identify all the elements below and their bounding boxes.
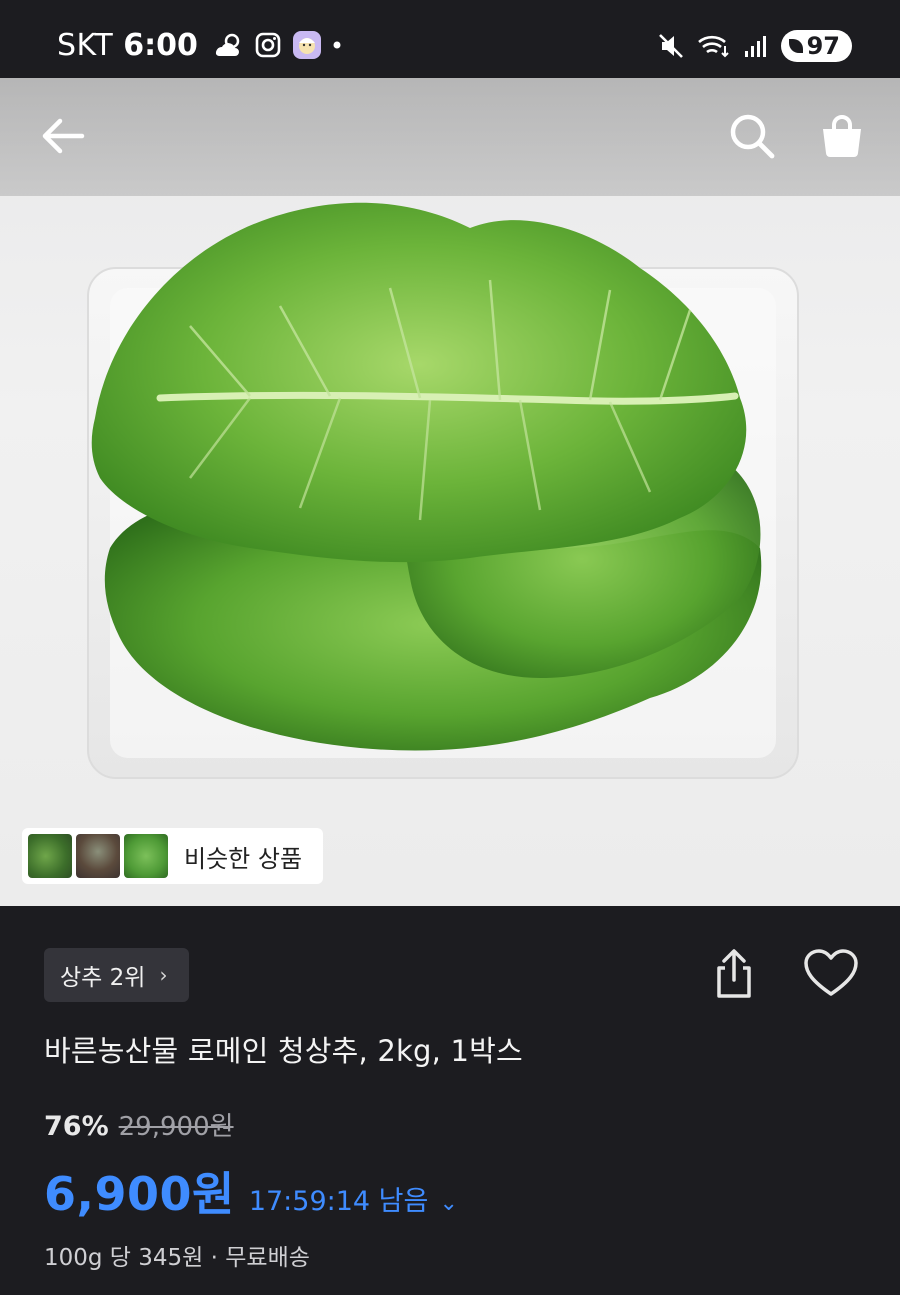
battery-indicator: 97 [780,30,852,62]
search-button[interactable] [722,106,782,166]
product-info: 상추 2위 › 바른농산물 로메인 청상추, 2kg, 1박스 76% 29,9… [0,906,900,1295]
similar-products-button[interactable]: 비슷한 상품 [22,828,323,884]
mute-icon [658,34,683,58]
product-image[interactable]: 비슷한 상품 [0,78,900,906]
back-button[interactable] [32,106,92,166]
price-row: 6,900원 17:59:14 남음 ⌄ [44,1158,458,1224]
heart-icon [804,949,858,996]
weather-icon [215,33,240,57]
product-title: 바른농산물 로메인 청상추, 2kg, 1박스 [44,1034,523,1068]
dot-icon [333,41,341,49]
app-notification-icon [292,31,321,59]
status-left: SKT 6:00 [57,25,342,65]
clock: 6:00 [123,27,198,63]
similar-thumbnail [124,834,168,878]
status-bar: SKT 6:00 97 [0,0,900,78]
instagram-icon [255,32,281,58]
battery-level: 97 [806,32,840,60]
status-right: 97 [657,28,852,64]
search-icon [730,114,775,159]
share-button[interactable] [708,946,760,1002]
category-rank-chip[interactable]: 상추 2위 › [44,948,190,1002]
similar-products-label: 비슷한 상품 [184,844,303,873]
wifi-icon [697,35,729,58]
lettuce-photo [87,202,799,779]
signal-icon [744,36,766,57]
discount-row: 76% 29,900원 [44,1106,234,1143]
discount-rate: 76% [44,1111,109,1142]
notification-icons [212,30,342,60]
battery-leaf-icon [788,39,803,53]
chevron-down-icon: ⌄ [439,1191,458,1216]
cart-icon [823,115,861,157]
countdown-toggle[interactable]: 17:59:14 남음 ⌄ [249,1179,458,1218]
sale-price: 6,900원 [44,1167,235,1221]
original-price: 29,900원 [118,1112,234,1142]
carrier-label: SKT [57,27,114,63]
cart-button[interactable] [812,106,872,166]
rank-label: 상추 2위 [60,965,146,991]
wishlist-button[interactable] [802,948,860,1000]
similar-thumbnail [28,834,72,878]
share-icon [717,949,751,998]
countdown-timer: 17:59:14 남음 [248,1186,429,1217]
similar-thumbnail [76,834,120,878]
chevron-right-icon: › [159,963,168,987]
back-arrow-icon [42,118,85,154]
unit-price-shipping: 100g 당 345원 · 무료배송 [44,1245,310,1271]
